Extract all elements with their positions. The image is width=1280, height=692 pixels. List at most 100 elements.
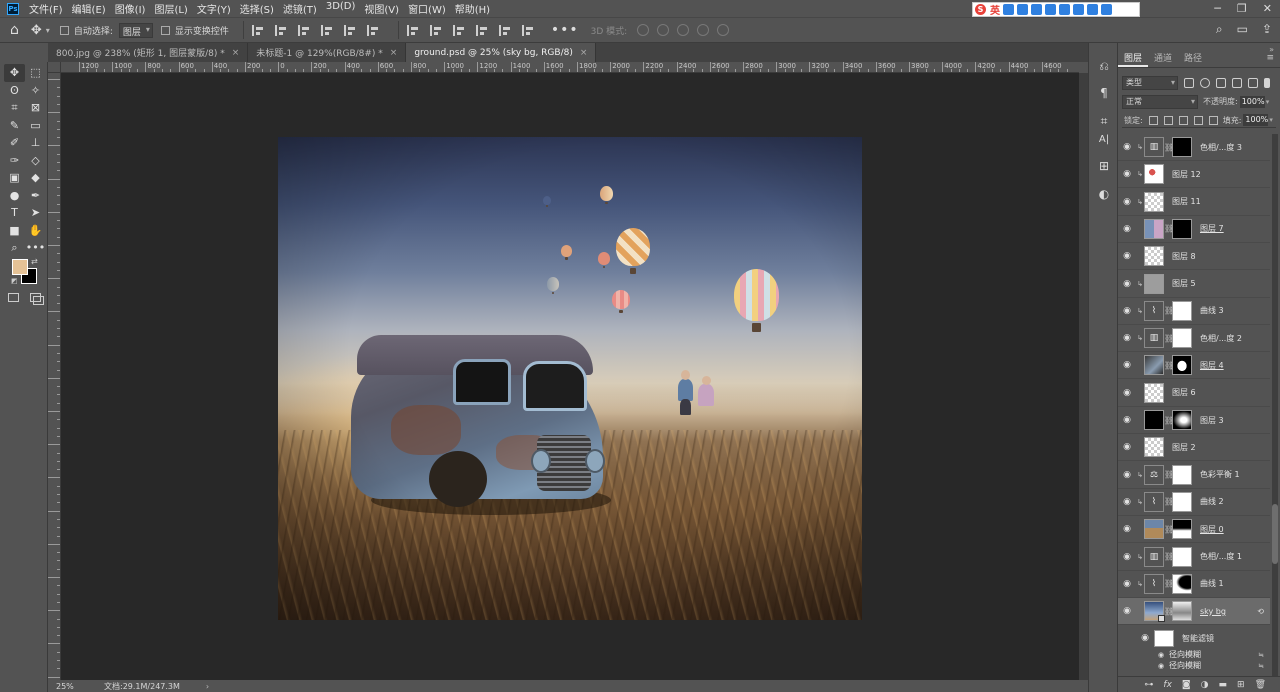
mask-link-icon[interactable]: ⛓ — [1164, 470, 1174, 479]
paragraph-icon[interactable]: ¶ — [1097, 86, 1111, 100]
visibility-eye-icon[interactable]: ◉ — [1118, 442, 1136, 452]
filter-options-icon[interactable]: ≒ — [1258, 651, 1264, 659]
hue-sat-icon[interactable]: ▥ — [1144, 137, 1164, 157]
menu-item[interactable]: 文件(F) — [29, 1, 63, 16]
mask-link-icon[interactable]: ⛓ — [1164, 416, 1174, 425]
chevron-down-icon[interactable]: ▾ — [46, 26, 50, 35]
mask-link-icon[interactable]: ⛓ — [1164, 306, 1174, 315]
layer-name[interactable]: 图层 8 — [1172, 251, 1196, 262]
blur-tool-icon[interactable]: ◆ — [25, 169, 46, 187]
layer-row[interactable]: ◉ 图层 6 — [1118, 380, 1270, 407]
layer-row[interactable]: ◉ ↳ ▥ ⛓ 色相/...度 3 — [1118, 134, 1270, 161]
more-options-icon[interactable]: ••• — [551, 22, 579, 38]
canvas-workspace[interactable] — [61, 73, 1079, 680]
layer-mask-thumbnail[interactable] — [1172, 601, 1192, 622]
smart-filter-toggle-icon[interactable]: ⟲ — [1257, 607, 1264, 616]
layer-mask-thumbnail[interactable] — [1172, 355, 1192, 376]
new-layer-icon[interactable]: ⊞ — [1237, 680, 1245, 690]
align-middle-v-icon[interactable] — [343, 24, 357, 36]
layer-mask-thumbnail[interactable] — [1172, 410, 1192, 430]
visibility-eye-icon[interactable]: ◉ — [1156, 651, 1166, 659]
menu-item[interactable]: 窗口(W) — [408, 1, 446, 16]
gradient-tool-icon[interactable]: ▣ — [4, 169, 25, 187]
horizontal-ruler[interactable]: 1200 1000 800 600 400 200 0 200 400 600 800 1000 120… — [61, 62, 1079, 73]
smart-filter-mask[interactable] — [1154, 629, 1174, 647]
layer-thumbnail[interactable] — [1144, 410, 1164, 430]
curves-icon[interactable]: ⌇ — [1144, 300, 1164, 321]
layer-thumbnail[interactable] — [1144, 273, 1164, 294]
layer-name[interactable]: 图层 7 — [1200, 223, 1224, 234]
layer-name[interactable]: 图层 5 — [1172, 278, 1196, 289]
auto-select-checkbox[interactable] — [59, 25, 69, 35]
layer-name[interactable]: 色相/...度 3 — [1200, 142, 1242, 153]
auto-select-target-dropdown[interactable]: 图层 — [118, 22, 153, 38]
layer-row[interactable]: ◉ ↳ 图层 5 — [1118, 271, 1270, 298]
distribute-right-icon[interactable] — [521, 24, 535, 36]
align-center-h-icon[interactable] — [274, 24, 288, 36]
align-right-icon[interactable] — [297, 24, 311, 36]
layer-mask-thumbnail[interactable] — [1172, 573, 1192, 594]
ime-settings-icon[interactable] — [1101, 4, 1112, 15]
layer-row[interactable]: ◉ ⛓ 图层 0 — [1118, 516, 1270, 544]
home-icon[interactable]: ⌂ — [10, 22, 19, 38]
lock-all-icon[interactable] — [1208, 115, 1218, 125]
document-tab[interactable]: ground.psd @ 25% (sky bg, RGB/8) × — [406, 43, 597, 62]
visibility-eye-icon[interactable]: ◉ — [1136, 633, 1154, 643]
filter-toggle-icon[interactable] — [1264, 77, 1270, 88]
layer-name[interactable]: 色彩平衡 1 — [1200, 469, 1240, 480]
new-group-icon[interactable]: ▬ — [1219, 680, 1228, 690]
close-tab-icon[interactable]: × — [580, 48, 588, 58]
layer-thumbnail[interactable] — [1144, 246, 1164, 267]
frame-tool-icon[interactable]: ⊠ — [25, 99, 46, 117]
foreground-color-swatch[interactable] — [12, 259, 28, 275]
filter-adjustment-icon[interactable] — [1200, 77, 1210, 88]
mask-link-icon[interactable]: ⛓ — [1164, 361, 1174, 370]
default-colors-icon[interactable]: ◩ — [11, 277, 18, 285]
layer-thumbnail[interactable] — [1144, 382, 1164, 403]
rectangle-tool-icon[interactable]: ■ — [4, 222, 25, 240]
curves-icon[interactable]: ⌇ — [1144, 491, 1164, 512]
filter-smart-icon[interactable] — [1248, 77, 1258, 88]
lock-pixels-icon[interactable] — [1163, 115, 1173, 125]
menu-item[interactable]: 滤镜(T) — [283, 1, 317, 16]
blend-mode-dropdown[interactable]: 正常 — [1122, 94, 1198, 109]
dodge-tool-icon[interactable]: ● — [4, 187, 25, 205]
history-brush-tool-icon[interactable]: ✑ — [4, 152, 25, 170]
share-icon[interactable]: ⇪ — [1262, 22, 1272, 37]
distribute-left-icon[interactable] — [475, 24, 489, 36]
move-tool-icon[interactable]: ✥ — [4, 64, 25, 82]
ime-moon-icon[interactable] — [1003, 4, 1014, 15]
document-tab[interactable]: 未标题-1 @ 129%(RGB/8#) * × — [248, 43, 407, 62]
ime-keyboard-icon[interactable] — [1059, 4, 1070, 15]
ime-emoji-icon[interactable] — [1031, 4, 1042, 15]
mask-link-icon[interactable]: ⛓ — [1164, 497, 1174, 506]
fill-field[interactable]: 100% — [1243, 114, 1269, 126]
layer-row[interactable]: ◉ ↳ 图层 12 — [1118, 161, 1270, 189]
visibility-eye-icon[interactable]: ◉ — [1118, 388, 1136, 398]
visibility-eye-icon[interactable]: ◉ — [1118, 333, 1136, 343]
menu-item[interactable]: 选择(S) — [240, 1, 274, 16]
layer-row[interactable]: ◉ ⛓ 图层 7 — [1118, 216, 1270, 243]
visibility-eye-icon[interactable]: ◉ — [1118, 470, 1136, 480]
canvas-scrollbar[interactable] — [1079, 73, 1088, 680]
ime-skin-icon[interactable] — [1073, 4, 1084, 15]
crop-tool-icon[interactable]: ⌗ — [4, 99, 25, 117]
layer-name[interactable]: 曲线 2 — [1200, 496, 1224, 507]
filter-item[interactable]: ◉ 径向模糊 ≒ — [1118, 660, 1270, 671]
layer-thumbnail[interactable] — [1144, 218, 1164, 239]
document-tab[interactable]: 800.jpg @ 238% (矩形 1, 图层蒙版/8) * × — [48, 43, 249, 62]
layer-row[interactable]: ◉ ↳ ⌇ ⛓ 曲线 2 — [1118, 489, 1270, 516]
eraser-tool-icon[interactable]: ◇ — [25, 152, 46, 170]
visibility-eye-icon[interactable]: ◉ — [1118, 524, 1136, 534]
pen-tool-icon[interactable]: ✒ — [25, 187, 46, 205]
visibility-eye-icon[interactable]: ◉ — [1156, 662, 1166, 670]
align-bottom-icon[interactable] — [366, 24, 380, 36]
screen-mode-icon[interactable] — [30, 293, 44, 305]
mask-link-icon[interactable]: ⛓ — [1164, 143, 1174, 152]
new-fill-adjustment-icon[interactable]: ◑ — [1201, 680, 1209, 690]
search-icon[interactable]: ⌕ — [1216, 22, 1223, 37]
layer-thumbnail[interactable] — [1144, 519, 1164, 540]
quick-mask-icon[interactable] — [8, 293, 19, 302]
visibility-eye-icon[interactable]: ◉ — [1118, 497, 1136, 507]
layer-row[interactable]: ◉ 图层 8 — [1118, 243, 1270, 271]
